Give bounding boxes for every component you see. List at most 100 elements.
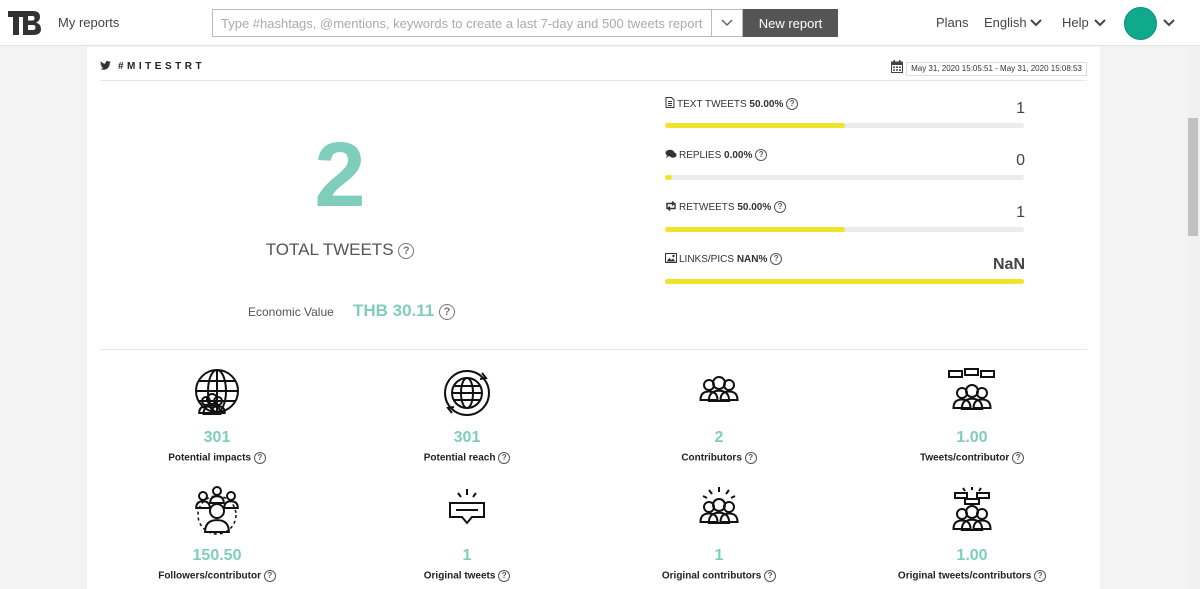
metric-percent: NAN% (736, 254, 768, 265)
help-icon[interactable]: ? (755, 149, 768, 162)
help-icon[interactable]: ? (498, 570, 511, 582)
help-menu[interactable]: Help (1062, 15, 1089, 30)
stat-value: 1 (714, 547, 724, 564)
stat-label-text: Tweets/contributor (919, 452, 1010, 464)
metric-replies: REPLIES 0.00% ? 0 (665, 149, 1025, 197)
stat-value: 1.00 (956, 547, 988, 564)
metric-label: REPLIES 0.00% ? (665, 149, 768, 162)
metric-bar-fill (665, 227, 845, 232)
chevron-down-icon[interactable] (1163, 19, 1175, 27)
group-chat-icon (948, 368, 995, 410)
image-icon (665, 253, 677, 266)
stat-label: Original contributors ? (594, 570, 844, 582)
stat-original-tweets-contributors: 1.00 Original tweets/contributors ? (847, 486, 1097, 582)
chat-bubble-icon (665, 149, 677, 162)
stat-label: Tweets/contributor ? (847, 452, 1097, 464)
stat-value: 301 (453, 429, 481, 446)
metric-label-text: RETWEETS (679, 202, 735, 213)
metric-label: TEXT TWEETS 50.00% ? (665, 97, 799, 111)
date-range[interactable]: May 31, 2020 15:05:51 - May 31, 2020 15:… (906, 62, 1087, 76)
help-icon[interactable]: ? (764, 570, 777, 582)
stat-potential-impacts: 301 Potential impacts ? (92, 368, 342, 464)
total-tweets-label: TOTAL TWEETS ? (220, 240, 460, 260)
stat-potential-reach: 301 Potential reach ? (342, 368, 592, 464)
nav-plans-link[interactable]: Plans (936, 15, 969, 30)
message-icon (449, 489, 485, 525)
group-icon (699, 376, 739, 402)
help-icon[interactable]: ? (774, 201, 787, 214)
stat-followers-contributor: 150.50 Followers/contributor ? (92, 486, 342, 582)
stat-label-text: Followers/contributor (158, 570, 261, 582)
help-icon[interactable]: ? (786, 98, 799, 111)
group-chat-spark-icon (952, 487, 992, 531)
calendar-icon (891, 60, 903, 73)
metric-label-text: LINKS/PICS (679, 254, 735, 265)
help-icon[interactable]: ? (1012, 452, 1025, 464)
chevron-down-icon[interactable] (1094, 19, 1106, 27)
stat-value: 2 (714, 429, 724, 446)
document-icon (665, 97, 675, 111)
divider (100, 349, 1087, 350)
twitter-bird-icon (100, 61, 111, 70)
help-icon[interactable]: ? (498, 452, 511, 464)
help-icon[interactable]: ? (770, 253, 783, 266)
stat-value: 1.00 (956, 429, 988, 446)
stat-label: Original tweets/contributors ? (847, 570, 1097, 582)
metric-percent: 50.00% (749, 99, 784, 110)
metric-bar-track (665, 175, 1024, 180)
stat-label-text: Potential impacts (168, 452, 252, 464)
economic-value-label: Economic Value (248, 305, 334, 319)
report-hashtag: #MITESTRT (118, 61, 206, 72)
help-icon[interactable]: ? (253, 452, 266, 464)
metric-bar-fill (665, 175, 672, 180)
metric-percent: 50.00% (737, 202, 772, 213)
help-icon[interactable]: ? (744, 452, 757, 464)
metric-text-tweets: TEXT TWEETS 50.00% ? 1 (665, 97, 1025, 145)
search-input[interactable] (212, 9, 711, 37)
stat-value: 1 (462, 547, 472, 564)
search-options-dropdown[interactable] (711, 9, 743, 37)
total-tweets-label-text: TOTAL TWEETS (265, 240, 394, 259)
scrollbar-thumb[interactable] (1188, 118, 1198, 236)
metric-bar-fill (665, 279, 1024, 284)
globe-people-icon (195, 369, 239, 415)
user-avatar[interactable] (1124, 7, 1157, 40)
stat-label-text: Original tweets/contributors (897, 570, 1032, 582)
stat-label: Potential impacts ? (92, 452, 342, 464)
metric-label-text: TEXT TWEETS (677, 99, 747, 110)
stat-contributors: 2 Contributors ? (594, 368, 844, 464)
language-selector[interactable]: English (984, 15, 1027, 30)
stat-label-text: Original tweets (423, 570, 496, 582)
tweetbinder-logo[interactable] (8, 11, 42, 35)
help-icon[interactable]: ? (439, 303, 455, 320)
stat-label: Contributors ? (594, 452, 844, 464)
new-report-button[interactable]: New report (743, 9, 838, 37)
metric-value: 0 (1016, 152, 1025, 169)
group-spark-icon (699, 487, 739, 524)
stat-tweets-contributor: 1.00 Tweets/contributor ? (847, 368, 1097, 464)
metric-retweets: RETWEETS 50.00% ? 1 (665, 200, 1025, 249)
help-icon[interactable]: ? (398, 242, 415, 259)
help-icon[interactable]: ? (263, 570, 276, 582)
help-icon[interactable]: ? (1034, 570, 1047, 582)
stat-label: Followers/contributor ? (92, 570, 342, 582)
economic-value-amount: THB 30.11 (353, 301, 435, 320)
divider (100, 80, 1087, 81)
network-people-icon (195, 486, 239, 535)
metric-value: 1 (1016, 204, 1025, 221)
chevron-down-icon[interactable] (1030, 19, 1042, 27)
chevron-down-icon (721, 19, 733, 27)
retweet-icon (665, 200, 677, 214)
stat-value: 150.50 (192, 547, 242, 564)
metric-label: RETWEETS 50.00% ? (665, 200, 787, 214)
metric-bar-fill (665, 123, 845, 128)
top-navbar: My reports New report Plans English Help (0, 0, 1200, 46)
stat-label-text: Contributors (681, 452, 742, 464)
metric-value: 1 (1016, 100, 1025, 117)
stat-original-tweets: 1 Original tweets ? (342, 486, 592, 582)
metric-value: NaN (992, 256, 1025, 273)
stat-label-text: Potential reach (423, 452, 496, 464)
metric-label: LINKS/PICS NAN% ? (665, 253, 783, 266)
my-reports-link[interactable]: My reports (58, 15, 119, 30)
metric-links-pics: LINKS/PICS NAN% ? NaN (665, 253, 1025, 301)
